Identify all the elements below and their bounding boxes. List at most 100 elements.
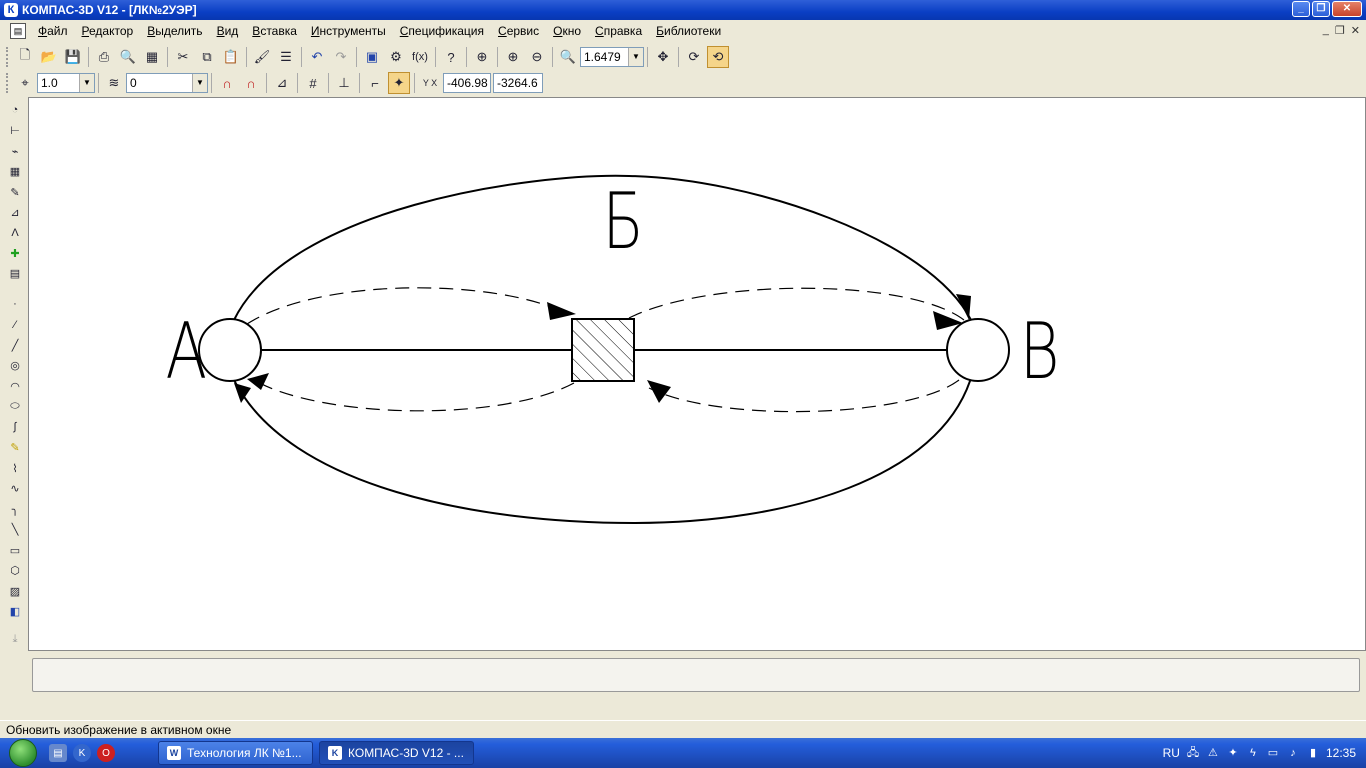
fillet-icon[interactable]: ╮ (6, 501, 24, 517)
start-button[interactable] (0, 738, 46, 768)
quicklaunch-opera-icon[interactable]: O (97, 744, 115, 762)
ortho-icon[interactable]: ⊿ (271, 72, 293, 94)
quicklaunch-kompas-icon[interactable]: K (73, 744, 91, 762)
restore-button[interactable]: ❐ (1312, 1, 1330, 17)
open-folder-icon[interactable]: 📂 (38, 46, 60, 68)
close-button[interactable]: ✕ (1332, 1, 1362, 17)
antivirus-icon[interactable]: ⚠ (1206, 746, 1220, 760)
variables-icon[interactable]: f(x) (409, 46, 431, 68)
menu-help[interactable]: Справка (589, 24, 650, 38)
menu-file[interactable]: Файл (32, 24, 76, 38)
menu-window[interactable]: Окно (547, 24, 589, 38)
doc-minimize-icon[interactable]: _ (1323, 24, 1329, 37)
print-icon[interactable]: ⎙ (93, 46, 115, 68)
document-icon[interactable]: ▤ (10, 23, 26, 39)
zoom-icon[interactable]: 🔍 (557, 46, 579, 68)
tree-icon[interactable]: ▣ (361, 46, 383, 68)
battery-icon[interactable]: ▮ (1306, 746, 1320, 760)
taskbar-word-document[interactable]: W Технология ЛК №1... (158, 741, 313, 765)
pan-icon[interactable]: ✥ (652, 46, 674, 68)
arc-icon[interactable]: ◠ (6, 378, 24, 394)
print-preview-icon[interactable]: 🔍 (117, 46, 139, 68)
layer-combo[interactable]: 0 ▼ (126, 73, 208, 93)
format-painter-icon[interactable]: 🖌 (251, 46, 273, 68)
menu-service[interactable]: Сервис (492, 24, 547, 38)
editing-panel-icon[interactable]: ▦ (6, 163, 24, 179)
spline-icon[interactable]: ∫ (6, 419, 24, 435)
menu-editor[interactable]: Редактор (76, 24, 142, 38)
doc-close-icon[interactable]: ✕ (1351, 24, 1360, 37)
measure-panel-icon[interactable]: ⊿ (6, 204, 24, 220)
polyline-icon[interactable]: ✎ (6, 440, 24, 456)
network-icon[interactable]: 🖧 (1186, 746, 1200, 760)
parametrization-panel-icon[interactable]: ✎ (6, 184, 24, 200)
chevron-down-icon[interactable]: ▼ (192, 74, 207, 92)
fill-icon[interactable]: ◧ (6, 603, 24, 619)
menu-specification[interactable]: Спецификация (394, 24, 492, 38)
toolbar-grip[interactable] (6, 73, 9, 93)
grid-icon[interactable]: # (302, 72, 324, 94)
quicklaunch-desktop-icon[interactable]: ▤ (49, 744, 67, 762)
doc-restore-icon[interactable]: ❐ (1335, 24, 1345, 37)
zoom-in-icon[interactable]: ⊕ (502, 46, 524, 68)
point-icon[interactable]: · (6, 296, 24, 312)
collapse-icon[interactable]: ⤓ (6, 632, 24, 648)
chamfer-icon[interactable]: ╲ (6, 521, 24, 537)
menu-view[interactable]: Вид (211, 24, 247, 38)
zoom-out-icon[interactable]: ⊖ (526, 46, 548, 68)
refresh-view-icon[interactable]: ⟲ (707, 46, 729, 68)
scale-icon[interactable]: ⌖ (14, 72, 36, 94)
zoom-fit-icon[interactable]: ⊕ (471, 46, 493, 68)
tray-app-icon[interactable]: ✦ (1226, 746, 1240, 760)
polygon-icon[interactable]: ⬡ (6, 562, 24, 578)
snap-magnet-icon[interactable]: ∩ (216, 72, 238, 94)
layers-icon[interactable]: ≋ (103, 72, 125, 94)
menu-insert[interactable]: Вставка (246, 24, 305, 38)
toolbar-grip[interactable] (6, 47, 9, 67)
save-icon[interactable]: 💾 (62, 46, 84, 68)
chevron-down-icon[interactable]: ▼ (628, 48, 643, 66)
round-icon[interactable]: ✦ (388, 72, 410, 94)
properties-icon[interactable]: ☰ (275, 46, 297, 68)
aux-line-icon[interactable]: ⁄ (6, 317, 24, 333)
help-pointer-icon[interactable]: ? (440, 46, 462, 68)
regenerate-icon[interactable]: ⟳ (683, 46, 705, 68)
flash-icon[interactable]: ϟ (1246, 746, 1260, 760)
page-setup-icon[interactable]: ▦ (141, 46, 163, 68)
menu-tools[interactable]: Инструменты (305, 24, 394, 38)
zoom-combo[interactable]: 1.6479 ▼ (580, 47, 644, 67)
spec-panel-icon[interactable]: ▤ (6, 266, 24, 282)
taskbar-kompas[interactable]: K КОМПАС-3D V12 - ... (319, 741, 474, 765)
dimensions-panel-icon[interactable]: ⊢ (6, 122, 24, 138)
minimize-button[interactable]: _ (1292, 1, 1310, 17)
clock[interactable]: 12:35 (1326, 746, 1356, 760)
menu-libraries[interactable]: Библиотеки (650, 24, 729, 38)
copy-icon[interactable]: ⧉ (196, 46, 218, 68)
coord-y-field[interactable]: -3264.6 (493, 73, 543, 93)
manager-icon[interactable]: ⚙ (385, 46, 407, 68)
scale-combo[interactable]: 1.0 ▼ (37, 73, 95, 93)
language-indicator[interactable]: RU (1163, 746, 1180, 760)
ortho-mode-icon[interactable]: ⌐ (364, 72, 386, 94)
rectangle-icon[interactable]: ▭ (6, 542, 24, 558)
undo-icon[interactable]: ↶ (306, 46, 328, 68)
menu-select[interactable]: Выделить (141, 24, 210, 38)
bezier-icon[interactable]: ⌇ (6, 460, 24, 476)
paste-icon[interactable]: 📋 (220, 46, 242, 68)
associative-panel-icon[interactable]: ✚ (6, 245, 24, 261)
selection-panel-icon[interactable]: Λ (6, 225, 24, 241)
local-cs-icon[interactable]: ⊥ (333, 72, 355, 94)
redo-icon[interactable]: ↷ (330, 46, 352, 68)
drawing-canvas[interactable]: А Б В (28, 97, 1366, 651)
cut-icon[interactable]: ✂ (172, 46, 194, 68)
hatch-icon[interactable]: ▨ (6, 583, 24, 599)
coord-x-field[interactable]: -406.98 (443, 73, 491, 93)
display-icon[interactable]: ▭ (1266, 746, 1280, 760)
chevron-down-icon[interactable]: ▼ (79, 74, 94, 92)
new-file-icon[interactable]: 🗋 (14, 46, 36, 68)
circle-icon[interactable]: ◎ (6, 358, 24, 374)
geometry-panel-icon[interactable]: ◔ (6, 102, 24, 118)
snap-global-icon[interactable]: ∩ (240, 72, 262, 94)
volume-icon[interactable]: ♪ (1286, 746, 1300, 760)
ellipse-icon[interactable]: ⬭ (6, 399, 24, 415)
